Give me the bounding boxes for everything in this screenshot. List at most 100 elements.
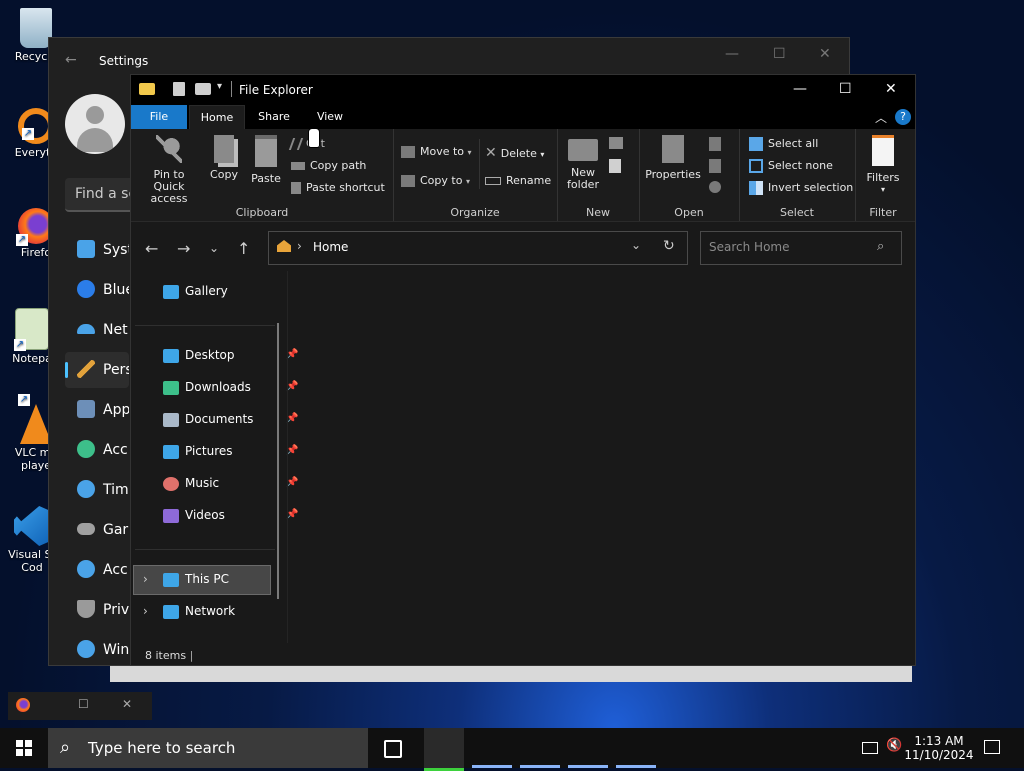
history-icon[interactable] xyxy=(709,181,721,193)
group-select: Select all Select none Invert selection … xyxy=(739,129,856,221)
tab-home[interactable]: Home xyxy=(189,105,245,130)
windows-start-icon[interactable] xyxy=(16,740,32,756)
new-folder-button[interactable]: New folder xyxy=(563,135,603,191)
select-none-button[interactable]: Select none xyxy=(749,159,833,173)
up-arrow-icon[interactable]: ↑ xyxy=(237,239,250,258)
taskbar-search-input[interactable]: Type here to search xyxy=(88,728,235,768)
nav-item-label: This PC xyxy=(185,572,229,586)
back-arrow-icon[interactable]: ← xyxy=(145,239,158,258)
easy-access-icon[interactable] xyxy=(609,159,621,173)
taskbar: ⌕ Type here to search 🔇 1:13 AM 11/10/20… xyxy=(0,728,1024,771)
nav-item-documents[interactable]: Documents 📌 xyxy=(163,407,298,431)
settings-nav-time[interactable]: Tim xyxy=(65,472,129,508)
group-label-clipboard: Clipboard xyxy=(235,206,289,219)
taskbar-search-box[interactable]: ⌕ Type here to search xyxy=(48,728,368,768)
filters-button[interactable]: Filters ▾ xyxy=(861,135,905,196)
settings-nav-bluetooth[interactable]: Blue xyxy=(65,272,129,308)
back-arrow-icon[interactable]: ← xyxy=(65,52,77,68)
breadcrumb-home[interactable]: Home xyxy=(313,240,348,254)
recent-locations-icon[interactable]: ⌄ xyxy=(209,241,219,255)
properties-button[interactable]: Properties xyxy=(643,135,703,181)
help-icon[interactable]: ? xyxy=(895,109,911,125)
address-dropdown-icon[interactable]: ⌄ xyxy=(631,238,641,252)
maximize-icon[interactable]: ☐ xyxy=(78,697,89,711)
nav-pane-scrollbar[interactable] xyxy=(277,323,279,599)
minimize-icon[interactable]: — xyxy=(725,46,739,62)
nav-item-pictures[interactable]: Pictures 📌 xyxy=(163,439,298,463)
forward-arrow-icon[interactable]: → xyxy=(177,239,190,258)
nav-item-network[interactable]: Network xyxy=(163,599,235,623)
pin-to-quick-access-button[interactable]: Pin to Quick access xyxy=(137,135,201,205)
settings-nav-system[interactable]: Syst xyxy=(65,232,129,268)
nav-item-music[interactable]: Music 📌 xyxy=(163,471,298,495)
rename-button[interactable]: Rename xyxy=(485,174,551,187)
nav-item-videos[interactable]: Videos 📌 xyxy=(163,503,298,527)
update-icon xyxy=(77,640,95,658)
nav-item-label: Music xyxy=(185,476,220,490)
copy-button[interactable]: Copy xyxy=(205,135,243,181)
expand-chevron-icon[interactable]: › xyxy=(143,604,148,618)
close-icon[interactable]: ✕ xyxy=(122,697,132,711)
paste-shortcut-button[interactable]: Paste shortcut xyxy=(291,181,385,194)
avatar[interactable] xyxy=(65,94,125,154)
settings-nav-privacy[interactable]: Priv xyxy=(65,592,129,628)
network-tray-icon[interactable] xyxy=(862,742,878,754)
file-explorer-window[interactable]: ▾ File Explorer — ☐ ✕ File Home Share Vi… xyxy=(130,74,916,666)
music-folder-icon xyxy=(163,476,179,491)
pin-label-1: Pin to Quick xyxy=(153,168,185,193)
search-input[interactable]: Search Home xyxy=(709,240,789,254)
paste-button[interactable]: Paste xyxy=(247,135,285,185)
firefox-minimized-window[interactable]: ☐ ✕ xyxy=(8,692,152,720)
maximize-icon[interactable]: ☐ xyxy=(839,81,852,97)
task-view-icon[interactable] xyxy=(384,740,402,758)
settings-nav-apps[interactable]: App xyxy=(65,392,129,428)
delete-button[interactable]: ✕ Delete ▾ xyxy=(485,145,544,161)
taskbar-app-active[interactable] xyxy=(424,728,464,771)
settings-nav-gaming[interactable]: Gar xyxy=(65,512,129,548)
tab-file[interactable]: File xyxy=(131,105,187,129)
properties-quick-icon[interactable] xyxy=(173,82,185,96)
paste-shortcut-label: Paste shortcut xyxy=(306,181,385,194)
notification-icon[interactable] xyxy=(984,740,1000,754)
customize-quick-access-icon[interactable]: ▾ xyxy=(217,81,222,92)
new-folder-quick-icon[interactable] xyxy=(195,83,211,95)
settings-nav-label: App xyxy=(103,402,129,418)
nav-item-desktop[interactable]: Desktop 📌 xyxy=(163,343,298,367)
close-icon[interactable]: ✕ xyxy=(885,81,897,97)
select-all-button[interactable]: Select all xyxy=(749,137,818,151)
settings-nav-network[interactable]: Net xyxy=(65,312,129,348)
copy-path-button[interactable]: Copy path xyxy=(291,159,366,172)
maximize-icon[interactable]: ☐ xyxy=(773,46,786,62)
collapse-ribbon-icon[interactable]: ︿ xyxy=(875,109,887,126)
pane-splitter[interactable] xyxy=(287,271,288,643)
ribbon: Pin to Quick access Copy Paste Cut Copy … xyxy=(131,129,915,222)
close-icon[interactable]: ✕ xyxy=(819,46,831,62)
expand-chevron-icon[interactable]: › xyxy=(143,572,148,586)
new-item-icon[interactable] xyxy=(609,137,623,149)
settings-nav-accessibility[interactable]: Acc xyxy=(65,552,129,588)
settings-nav-label: Syst xyxy=(103,242,129,258)
move-to-button[interactable]: Move to ▾ xyxy=(401,145,472,158)
nav-item-label: Network xyxy=(185,604,236,618)
nav-item-gallery[interactable]: Gallery xyxy=(163,279,228,303)
address-bar[interactable]: › Home ⌄ ↻ xyxy=(268,231,688,265)
volume-muted-icon[interactable]: 🔇 xyxy=(886,738,902,753)
desktop-folder-icon xyxy=(163,348,179,363)
tab-view[interactable]: View xyxy=(303,105,357,129)
nav-item-downloads[interactable]: Downloads 📌 xyxy=(163,375,298,399)
refresh-icon[interactable]: ↻ xyxy=(663,238,675,254)
nav-item-this-pc[interactable]: This PC xyxy=(163,567,229,591)
settings-nav-windows-update[interactable]: Win xyxy=(65,632,129,668)
settings-nav-accounts[interactable]: Acc xyxy=(65,432,129,468)
clock[interactable]: 1:13 AM 11/10/2024 xyxy=(904,734,974,762)
edit-icon[interactable] xyxy=(709,159,721,173)
settings-nav-personalization[interactable]: Pers xyxy=(65,352,129,388)
open-icon[interactable] xyxy=(709,137,721,151)
search-box[interactable]: Search Home ⌕ xyxy=(700,231,902,265)
tab-share[interactable]: Share xyxy=(247,105,301,129)
invert-selection-button[interactable]: Invert selection xyxy=(749,181,853,195)
copy-to-button[interactable]: Copy to ▾ xyxy=(401,174,470,187)
minimize-icon[interactable]: — xyxy=(793,81,807,97)
nav-item-label: Documents xyxy=(185,412,254,426)
explorer-titlebar[interactable]: ▾ File Explorer — ☐ ✕ xyxy=(131,75,915,105)
